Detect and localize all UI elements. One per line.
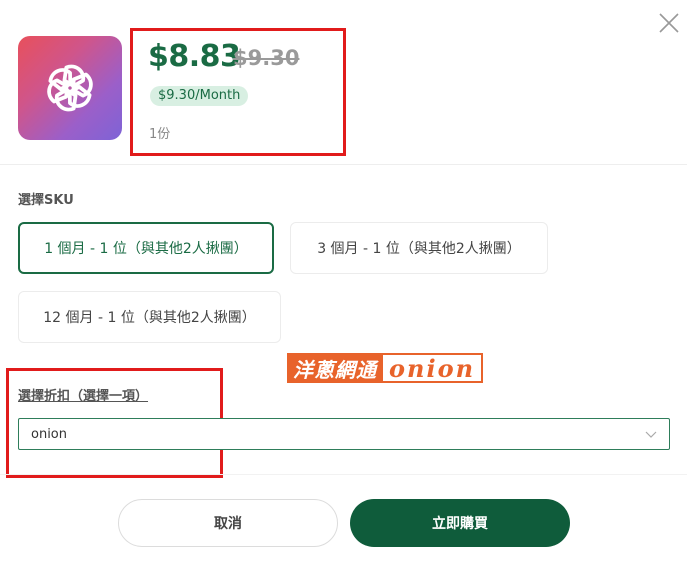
discount-section-label: 選擇折扣（選擇一項）: [18, 389, 149, 404]
watermark-text-en: onion: [383, 353, 484, 383]
watermark-text-cn: 洋蔥網通: [287, 353, 383, 383]
discount-selected-value: onion: [31, 426, 67, 442]
product-logo: [18, 36, 122, 140]
cancel-button[interactable]: 取消: [118, 499, 338, 547]
chevron-down-icon: [645, 431, 657, 438]
sku-option-12-months[interactable]: 12 個月 - 1 位（與其他2人揪團）: [18, 291, 281, 343]
watermark-logo: 洋蔥網通 onion: [287, 353, 484, 383]
sku-section-label: 選擇SKU: [18, 193, 74, 208]
price-highlight-box: $8.83 $9.30 $9.30/Month 1份: [130, 28, 346, 156]
buy-now-button[interactable]: 立即購買: [350, 499, 570, 547]
discount-select[interactable]: onion: [18, 418, 670, 450]
sku-option-1-month[interactable]: 1 個月 - 1 位（與其他2人揪團）: [18, 222, 274, 274]
sku-option-3-months[interactable]: 3 個月 - 1 位（與其他2人揪團）: [290, 222, 548, 274]
monthly-price-badge: $9.30/Month: [150, 86, 249, 106]
divider: [0, 164, 687, 165]
price-current: $8.83: [148, 39, 241, 74]
openai-logo-icon: [47, 64, 93, 112]
quantity-label: 1份: [149, 127, 171, 142]
divider: [0, 474, 687, 475]
close-icon[interactable]: [657, 11, 681, 35]
price-original: $9.30: [233, 46, 300, 70]
